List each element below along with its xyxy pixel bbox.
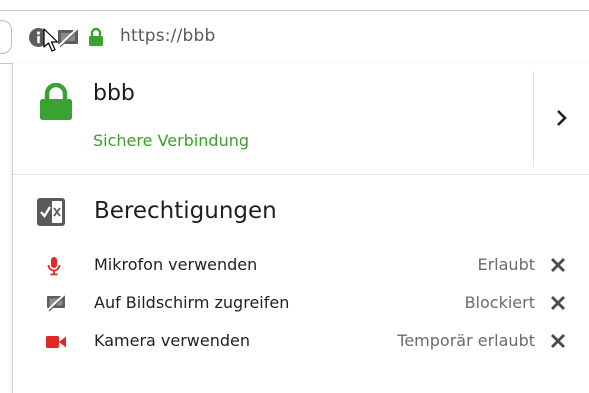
permissions-icon bbox=[37, 198, 65, 226]
permission-state: Erlaubt bbox=[477, 255, 535, 274]
url-bar[interactable]: https://bbb bbox=[0, 10, 589, 64]
permission-row-microphone: Mikrofon verwenden Erlaubt bbox=[13, 248, 589, 282]
remove-permission-button[interactable] bbox=[549, 332, 567, 350]
permission-row-camera: Kamera verwenden Temporär erlaubt bbox=[13, 324, 589, 358]
permission-state: Temporär erlaubt bbox=[397, 331, 535, 350]
lock-icon bbox=[89, 27, 103, 46]
back-button[interactable] bbox=[0, 20, 12, 54]
permission-label: Auf Bildschirm zugreifen bbox=[94, 293, 290, 312]
screen-share-blocked-icon bbox=[47, 294, 66, 312]
identity-section: bbb Sichere Verbindung bbox=[13, 63, 589, 175]
remove-permission-button[interactable] bbox=[549, 294, 567, 312]
site-host: bbb bbox=[93, 81, 135, 106]
chevron-right-icon bbox=[557, 110, 567, 126]
mouse-cursor-icon bbox=[43, 28, 59, 52]
security-details-button[interactable] bbox=[534, 71, 589, 167]
remove-permission-button[interactable] bbox=[549, 256, 567, 274]
camera-icon bbox=[46, 336, 66, 348]
site-identity-popup: bbb Sichere Verbindung Berechtigungen Mi… bbox=[12, 63, 589, 393]
permission-label: Mikrofon verwenden bbox=[94, 255, 258, 274]
url-text[interactable]: https://bbb bbox=[120, 26, 216, 46]
permissions-title: Berechtigungen bbox=[94, 198, 277, 224]
permission-row-screen: Auf Bildschirm zugreifen Blockiert bbox=[13, 286, 589, 320]
permission-state: Blockiert bbox=[464, 293, 535, 312]
connection-status: Sichere Verbindung bbox=[93, 131, 249, 150]
permission-label: Kamera verwenden bbox=[94, 331, 251, 350]
microphone-icon bbox=[47, 257, 61, 276]
lock-icon bbox=[40, 83, 72, 120]
